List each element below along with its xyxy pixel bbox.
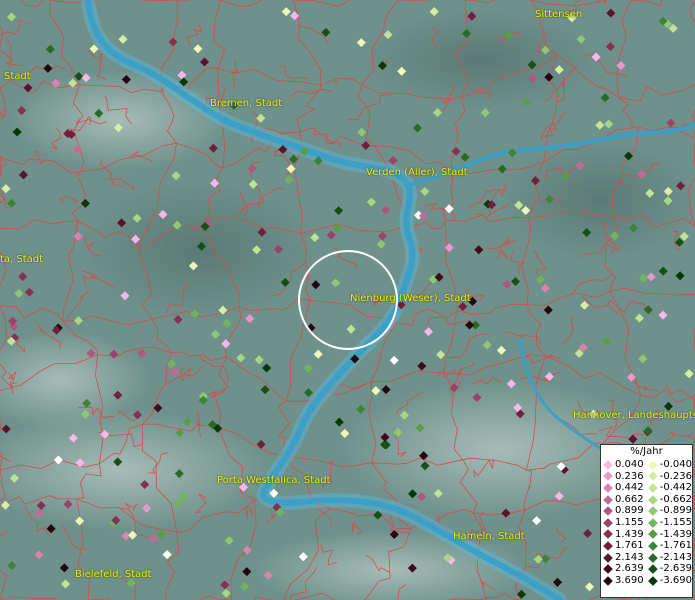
legend-value: -1.761 — [659, 540, 692, 552]
legend-entry-neg: -2.143 — [646, 552, 692, 564]
legend-swatch — [648, 518, 658, 528]
legend-entry-pos: 1.439 — [601, 529, 646, 541]
legend-entry-neg: -0.040 — [646, 459, 692, 471]
legend-value: -0.040 — [659, 459, 692, 470]
terrain-light-patch — [10, 70, 230, 170]
legend-value: -3.690 — [659, 574, 692, 586]
legend-entry-neg: -2.639 — [646, 563, 692, 575]
city-label-bremen[interactable]: Bremen, Stadt — [210, 98, 282, 109]
map-legend: %/Jahr 0.040 -0.040 0.236 -0.236 0.442 -0.442… — [600, 444, 693, 598]
legend-value: 3.690 — [615, 574, 644, 586]
legend-swatch — [648, 460, 658, 470]
legend-value: -0.442 — [659, 482, 692, 494]
legend-value: -0.662 — [659, 493, 692, 505]
legend-entry-pos: 3.690 — [601, 575, 646, 587]
legend-row: 0.040 -0.040 — [601, 459, 692, 471]
legend-row: 2.639 -2.639 — [601, 563, 692, 575]
legend-entry-pos: 2.639 — [601, 563, 646, 575]
legend-entry-neg: -1.761 — [646, 540, 692, 552]
legend-entry-pos: 0.442 — [601, 482, 646, 494]
legend-value: -1.155 — [659, 516, 692, 528]
legend-swatch — [603, 552, 613, 563]
city-label-ta-stadt[interactable]: ta, Stadt — [0, 254, 43, 265]
legend-swatch — [648, 576, 658, 586]
legend-entry-pos: 0.040 — [601, 459, 646, 471]
legend-value: -0.236 — [659, 470, 692, 482]
legend-swatch — [648, 506, 658, 516]
legend-entry-neg: -1.155 — [646, 517, 692, 529]
legend-row: 1.439 -1.439 — [601, 529, 692, 541]
legend-swatch — [648, 541, 658, 551]
legend-value: 2.639 — [615, 563, 644, 575]
legend-value: 0.040 — [615, 459, 644, 470]
city-label-porta-westfalica[interactable]: Porta Westfalica, Stadt — [217, 475, 331, 486]
legend-row: 0.236 -0.236 — [601, 471, 692, 483]
legend-row: 3.690 -3.690 — [601, 575, 692, 587]
legend-entry-pos: 0.236 — [601, 471, 646, 483]
legend-value: 0.662 — [615, 493, 644, 505]
legend-entry-neg: -1.439 — [646, 529, 692, 541]
legend-swatch — [603, 575, 613, 586]
legend-swatch — [603, 494, 613, 505]
legend-entry-neg: -3.690 — [646, 575, 692, 587]
legend-rows: 0.040 -0.040 0.236 -0.236 0.442 -0.442 0.662 -0… — [601, 459, 692, 587]
legend-swatch — [648, 552, 658, 563]
legend-row: 0.899 -0.899 — [601, 505, 692, 517]
legend-value: 1.761 — [615, 540, 644, 552]
legend-swatch — [603, 541, 613, 551]
city-label-hameln[interactable]: Hameln, Stadt — [453, 531, 525, 542]
legend-value: -1.439 — [659, 528, 692, 540]
city-label-nienburg[interactable]: Nienburg (Weser), Stadt — [350, 293, 471, 304]
legend-entry-pos: 2.143 — [601, 552, 646, 564]
legend-swatch — [603, 471, 613, 482]
legend-value: 1.439 — [615, 528, 644, 540]
legend-value: 0.236 — [615, 470, 644, 482]
legend-row: 0.442 -0.442 — [601, 482, 692, 494]
map-canvas[interactable]: Sittensen Stadt Bremen, Stadt Verden (Al… — [0, 0, 695, 600]
legend-swatch — [648, 483, 658, 493]
legend-row: 1.155 -1.155 — [601, 517, 692, 529]
legend-swatch — [603, 483, 613, 493]
legend-entry-pos: 0.662 — [601, 494, 646, 506]
legend-entry-pos: 1.155 — [601, 517, 646, 529]
city-label-hannover[interactable]: Hannover, Landeshaupts — [573, 410, 695, 421]
legend-entry-neg: -0.899 — [646, 505, 692, 517]
city-label-verden[interactable]: Verden (Aller), Stadt — [366, 167, 468, 178]
legend-entry-neg: -0.236 — [646, 471, 692, 483]
legend-swatch — [648, 471, 658, 482]
legend-swatch — [648, 564, 658, 574]
legend-value: 0.442 — [615, 482, 644, 494]
legend-swatch — [603, 506, 613, 516]
legend-entry-pos: 1.761 — [601, 540, 646, 552]
legend-swatch — [648, 529, 658, 540]
legend-entry-neg: -0.442 — [646, 482, 692, 494]
city-label-sittensen[interactable]: Sittensen — [535, 9, 582, 20]
city-label-bielefeld[interactable]: Bielefeld, Stadt — [75, 569, 152, 580]
legend-swatch — [603, 459, 613, 470]
legend-row: 2.143 -2.143 — [601, 552, 692, 564]
legend-title: %/Jahr — [630, 446, 663, 457]
legend-swatch — [603, 564, 613, 574]
legend-value: -0.899 — [659, 505, 692, 517]
legend-value: 0.899 — [615, 505, 644, 517]
legend-row: 1.761 -1.761 — [601, 540, 692, 552]
legend-entry-neg: -0.662 — [646, 494, 692, 506]
city-label-stadt[interactable]: Stadt — [4, 71, 31, 82]
legend-value: 1.155 — [615, 516, 644, 528]
legend-entry-pos: 0.899 — [601, 505, 646, 517]
legend-value: 2.143 — [615, 551, 644, 563]
legend-swatch — [648, 494, 658, 505]
legend-swatch — [603, 517, 613, 528]
legend-row: 0.662 -0.662 — [601, 494, 692, 506]
legend-value: -2.143 — [659, 551, 692, 563]
legend-value: -2.639 — [659, 563, 692, 575]
terrain-dark-patch — [80, 180, 320, 320]
legend-swatch — [603, 529, 613, 540]
